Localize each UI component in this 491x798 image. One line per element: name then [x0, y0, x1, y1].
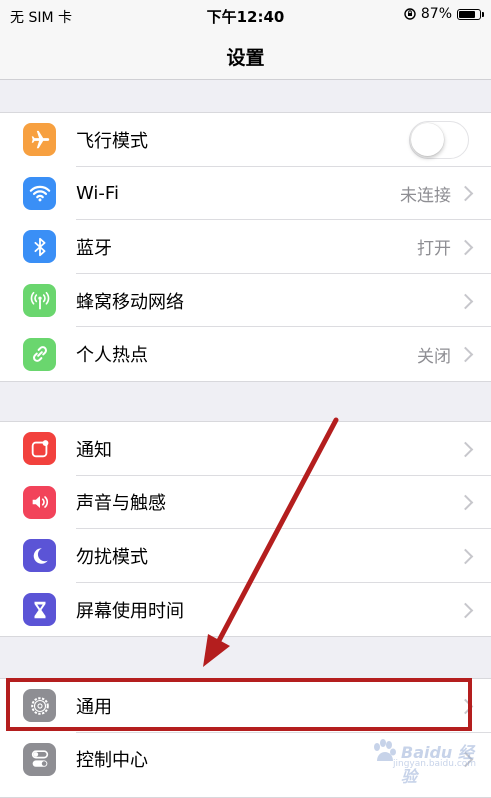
annotation-highlight-box	[6, 678, 472, 731]
watermark-url: jingyan.baidu.com	[393, 759, 477, 769]
watermark-logo: Baidu 经验 jingyan.baidu.com	[371, 735, 481, 786]
annotation-arrow	[203, 417, 339, 667]
